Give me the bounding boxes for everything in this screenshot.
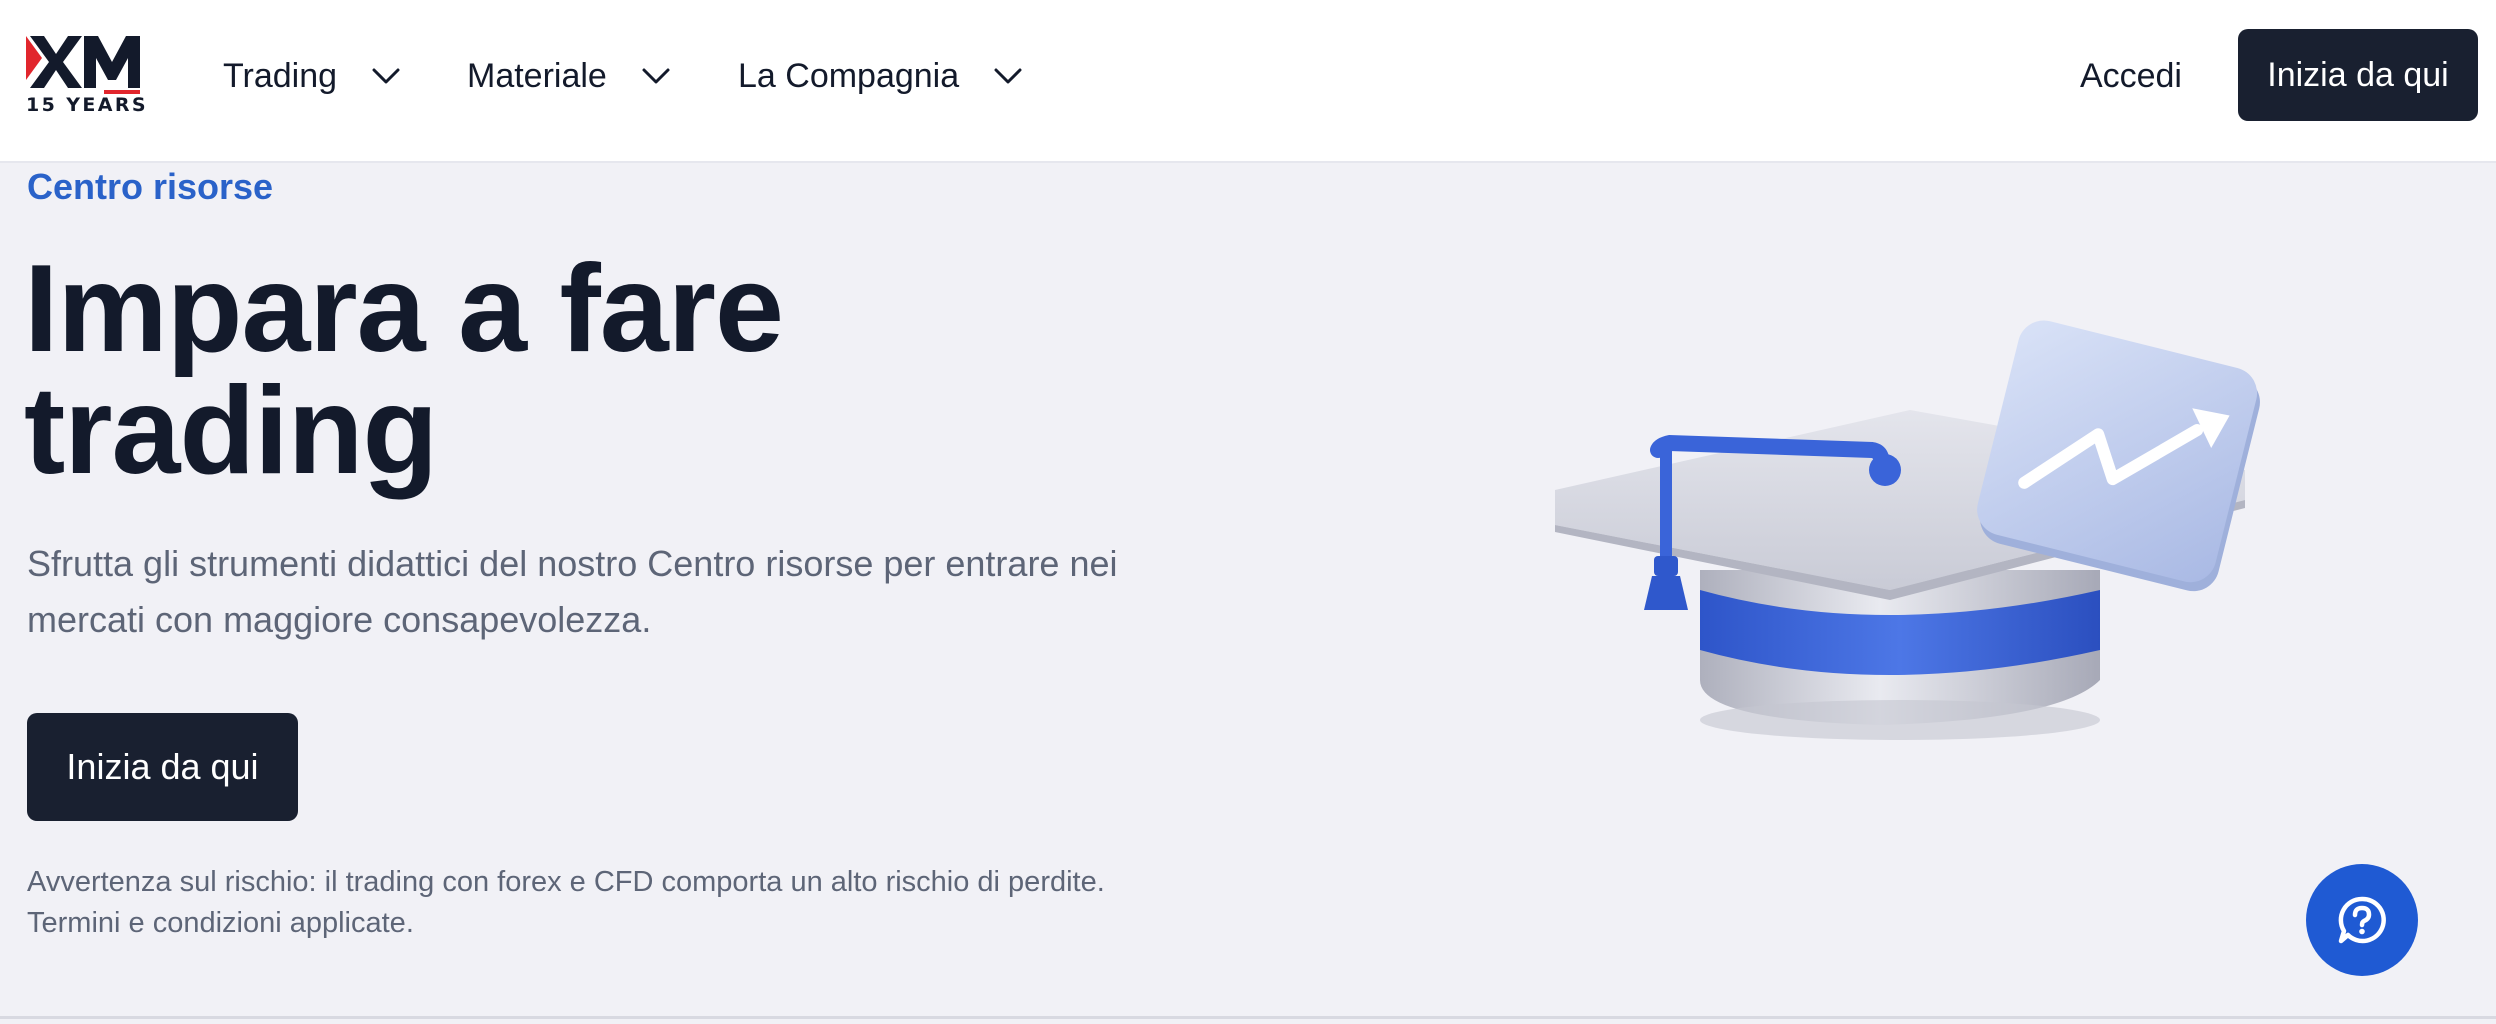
logo-years-text: 15 YEARS — [26, 94, 149, 116]
nav-materiale-label: Materiale — [467, 56, 607, 95]
risk-warning-text: Avvertenza sul rischio: il trading con f… — [27, 866, 1105, 898]
hero-title-line-1: Impara a fare — [24, 240, 784, 378]
nav-la-compagnia-label: La Compagnia — [738, 56, 960, 95]
hero-title: Impara a fare trading — [24, 240, 1024, 500]
site-header: 15 YEARS Trading Materiale La Compagnia … — [0, 0, 2496, 163]
help-chat-icon — [2338, 896, 2386, 944]
hero-subtitle: Sfrutta gli strumenti didattici del nost… — [27, 543, 1118, 640]
help-chat-button[interactable] — [2306, 864, 2418, 976]
hero-start-button[interactable]: Inizia da qui — [27, 713, 298, 821]
hero-eyebrow: Centro risorse — [27, 166, 274, 207]
hero-title-line-2: trading — [24, 362, 438, 500]
nav-materiale[interactable]: Materiale — [467, 50, 671, 102]
graduation-cap-icon — [1555, 320, 2260, 740]
nav-la-compagnia[interactable]: La Compagnia — [738, 50, 1023, 102]
xm-logo[interactable]: 15 YEARS — [26, 32, 146, 118]
risk-warning: Avvertenza sul rischio: il trading con f… — [27, 862, 1227, 944]
header-start-button[interactable]: Inizia da qui — [2238, 29, 2478, 121]
login-link[interactable]: Accedi — [2080, 50, 2182, 102]
chevron-down-icon — [642, 68, 670, 84]
chevron-down-icon — [994, 68, 1022, 84]
terms-text: Termini e condizioni applicate. — [27, 907, 414, 939]
xm-logo-mark — [26, 36, 140, 94]
chevron-down-icon — [372, 68, 400, 84]
nav-trading[interactable]: Trading — [223, 50, 401, 102]
nav-trading-label: Trading — [223, 56, 338, 95]
graduation-cap-illustration — [1540, 320, 2260, 760]
section-divider — [0, 1016, 2496, 1019]
